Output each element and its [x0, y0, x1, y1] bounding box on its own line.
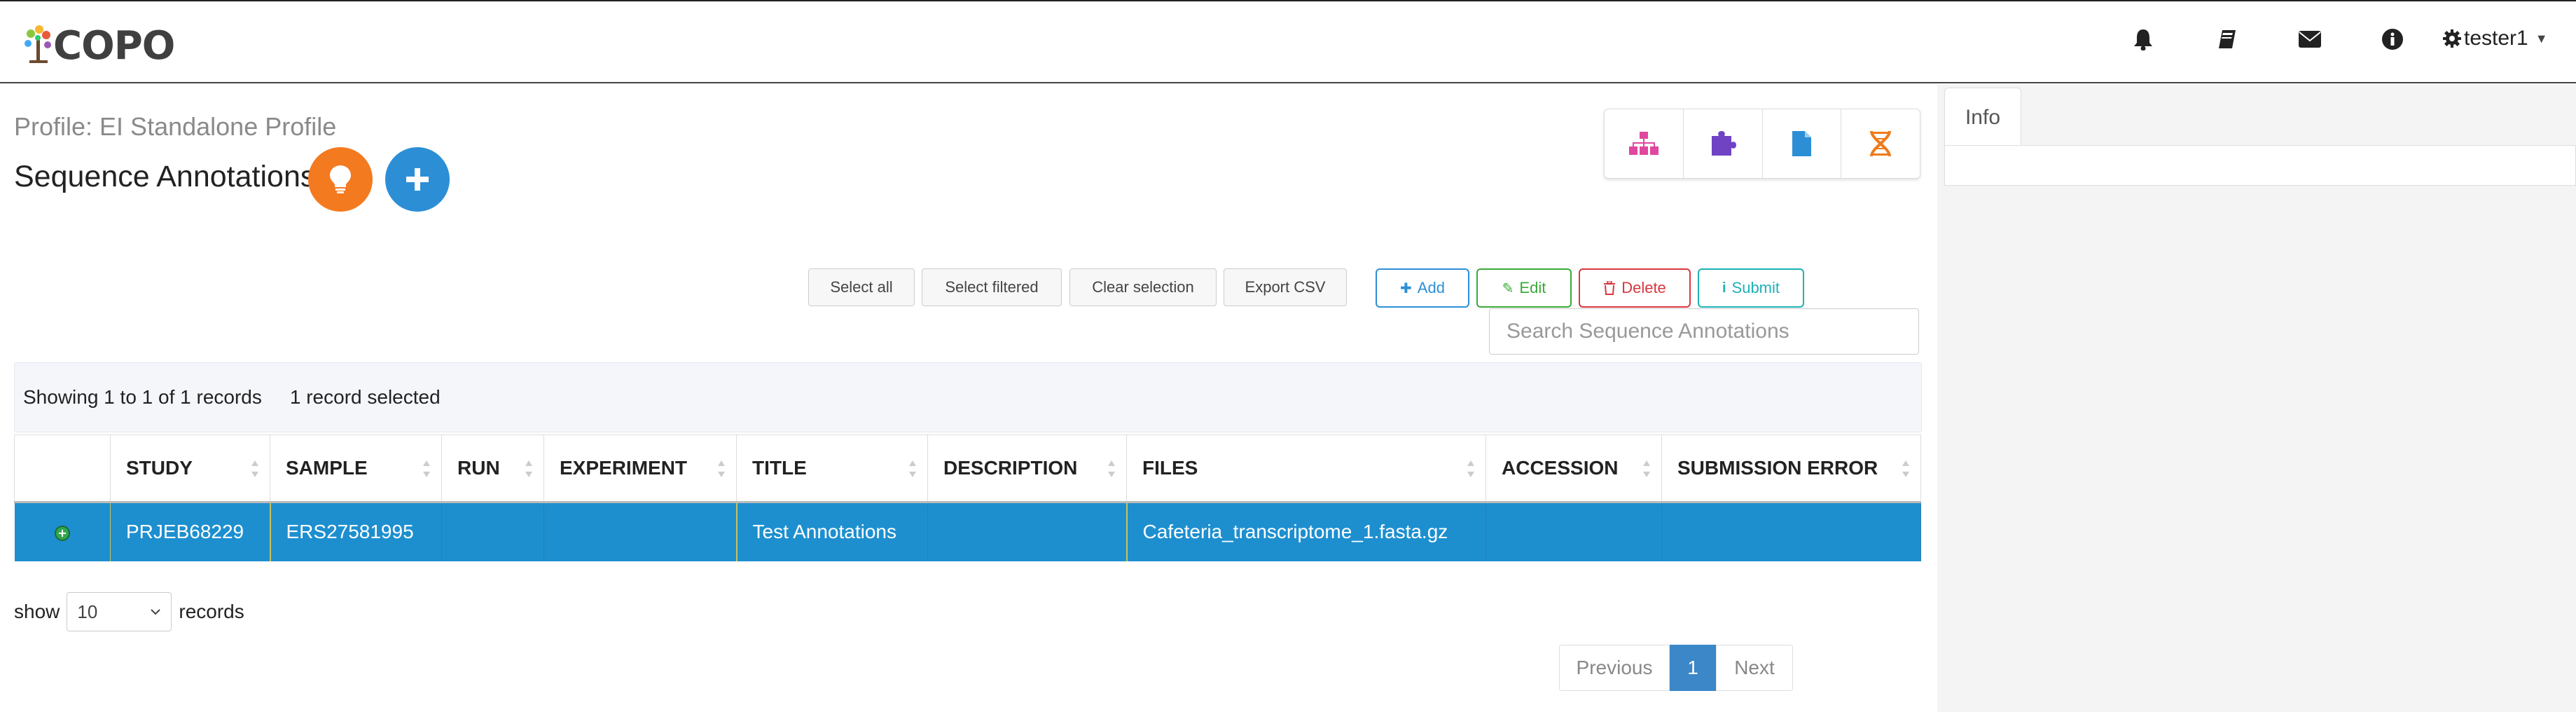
column-header[interactable]: TITLE — [736, 434, 928, 503]
tips-button[interactable] — [308, 147, 373, 212]
envelope-icon[interactable] — [2296, 25, 2324, 53]
records-table: STUDY SAMPLE RUN EXPERIMENT TITLE DESCRI… — [14, 434, 1921, 561]
dna-icon — [1870, 130, 1892, 157]
cell-files: Cafeteria_transcriptome_1.fasta.gz — [1126, 502, 1486, 561]
tool-sitemap[interactable] — [1605, 109, 1684, 178]
export-csv-button[interactable]: Export CSV — [1224, 268, 1347, 306]
lightbulb-icon — [330, 165, 351, 193]
length-menu-suffix: records — [179, 601, 244, 622]
sort-icon — [1108, 460, 1115, 477]
username: tester1 — [2464, 27, 2528, 50]
records-count: Showing 1 to 1 of 1 records — [23, 386, 262, 408]
sort-icon — [251, 460, 258, 477]
column-header[interactable]: FILES — [1126, 434, 1486, 503]
page-length-select[interactable]: 10 — [67, 592, 172, 631]
length-menu: show 10 records — [14, 591, 244, 633]
cell-title: Test Annotations — [735, 502, 928, 561]
edit-label: Edit — [1519, 279, 1546, 296]
delete-button[interactable]: Delete — [1579, 268, 1691, 308]
cell-experiment — [543, 502, 737, 561]
chevron-down-icon: ▼ — [2535, 31, 2548, 46]
column-header-select — [14, 434, 111, 503]
plus-circle-icon — [54, 525, 70, 541]
cell-study: PRJEB68229 — [110, 502, 270, 561]
cell-description — [927, 502, 1127, 561]
sort-icon — [525, 460, 532, 477]
cell-sample: ERS27581995 — [269, 502, 442, 561]
profile-title: Profile: EI Standalone Profile — [14, 112, 337, 141]
sort-icon — [909, 460, 916, 477]
chevron-down-icon — [151, 609, 161, 615]
length-menu-prefix: show — [14, 601, 60, 622]
table-header-row: STUDY SAMPLE RUN EXPERIMENT TITLE DESCRI… — [14, 434, 1921, 503]
info-content — [1944, 145, 2576, 186]
top-navbar: COPO tester1 ▼ — [0, 0, 2576, 83]
column-header[interactable]: ACCESSION — [1486, 434, 1662, 503]
delete-label: Delete — [1621, 279, 1666, 296]
sort-icon — [423, 460, 430, 477]
plus-icon — [406, 168, 429, 191]
page-length-value: 10 — [77, 601, 98, 622]
cell-submission-error — [1661, 502, 1921, 561]
component-toolbox — [1604, 109, 1920, 179]
user-menu[interactable]: tester1 ▼ — [2443, 22, 2548, 55]
puzzle-piece-icon — [1711, 131, 1736, 156]
edit-button[interactable]: ✎ Edit — [1476, 268, 1572, 308]
new-record-button[interactable] — [385, 147, 450, 212]
gear-icon — [2443, 29, 2461, 48]
column-header[interactable]: RUN — [441, 434, 544, 503]
select-all-button[interactable]: Select all — [808, 268, 915, 306]
info-panel: Info — [1937, 85, 2576, 712]
sort-icon — [1902, 460, 1909, 477]
select-filtered-button[interactable]: Select filtered — [922, 268, 1062, 306]
info-icon: i — [1722, 280, 1726, 296]
sort-icon — [1467, 460, 1474, 477]
add-button[interactable]: ✚ Add — [1376, 268, 1469, 308]
next-page-button[interactable]: Next — [1716, 645, 1793, 691]
edit-icon: ✎ — [1502, 280, 1514, 296]
pagination: Previous 1 Next — [1559, 645, 1793, 691]
tab-info[interactable]: Info — [1944, 88, 2021, 146]
clear-selection-button[interactable]: Clear selection — [1069, 268, 1217, 306]
search-input[interactable] — [1489, 308, 1919, 355]
bell-icon[interactable] — [2129, 25, 2157, 53]
column-header[interactable]: STUDY — [110, 434, 270, 503]
tool-puzzle[interactable] — [1684, 109, 1763, 178]
copo-logo[interactable]: COPO — [21, 21, 175, 70]
page-button-1[interactable]: 1 — [1670, 645, 1716, 691]
row-expand-toggle[interactable] — [14, 502, 111, 561]
sort-icon — [1643, 460, 1650, 477]
sitemap-icon — [1628, 132, 1659, 155]
submit-button[interactable]: i Submit — [1698, 268, 1804, 308]
cell-run — [441, 502, 544, 561]
info-icon[interactable] — [2378, 25, 2407, 53]
trash-icon — [1604, 281, 1616, 295]
tree-logo-icon — [25, 25, 51, 63]
column-header[interactable]: EXPERIMENT — [543, 434, 737, 503]
tool-document[interactable] — [1763, 109, 1842, 178]
page-title: Sequence Annotations — [14, 160, 316, 193]
file-icon — [1792, 131, 1812, 156]
column-header[interactable]: SUBMISSION ERROR — [1661, 434, 1921, 503]
column-header[interactable]: DESCRIPTION — [927, 434, 1127, 503]
selected-count: 1 record selected — [289, 386, 441, 408]
cell-accession — [1486, 502, 1662, 561]
previous-page-button[interactable]: Previous — [1559, 645, 1670, 691]
book-icon[interactable] — [2213, 25, 2241, 53]
column-header[interactable]: SAMPLE — [270, 434, 442, 503]
table-info-strip: Showing 1 to 1 of 1 records 1 record sel… — [14, 362, 1922, 432]
table-row[interactable]: PRJEB68229 ERS27581995 Test Annotations … — [14, 502, 1921, 561]
add-label: Add — [1417, 279, 1445, 296]
tool-dna[interactable] — [1841, 109, 1920, 178]
plus-icon: ✚ — [1400, 280, 1412, 296]
brand-name: COPO — [53, 22, 175, 69]
sort-icon — [718, 460, 725, 477]
submit-label: Submit — [1731, 279, 1780, 296]
